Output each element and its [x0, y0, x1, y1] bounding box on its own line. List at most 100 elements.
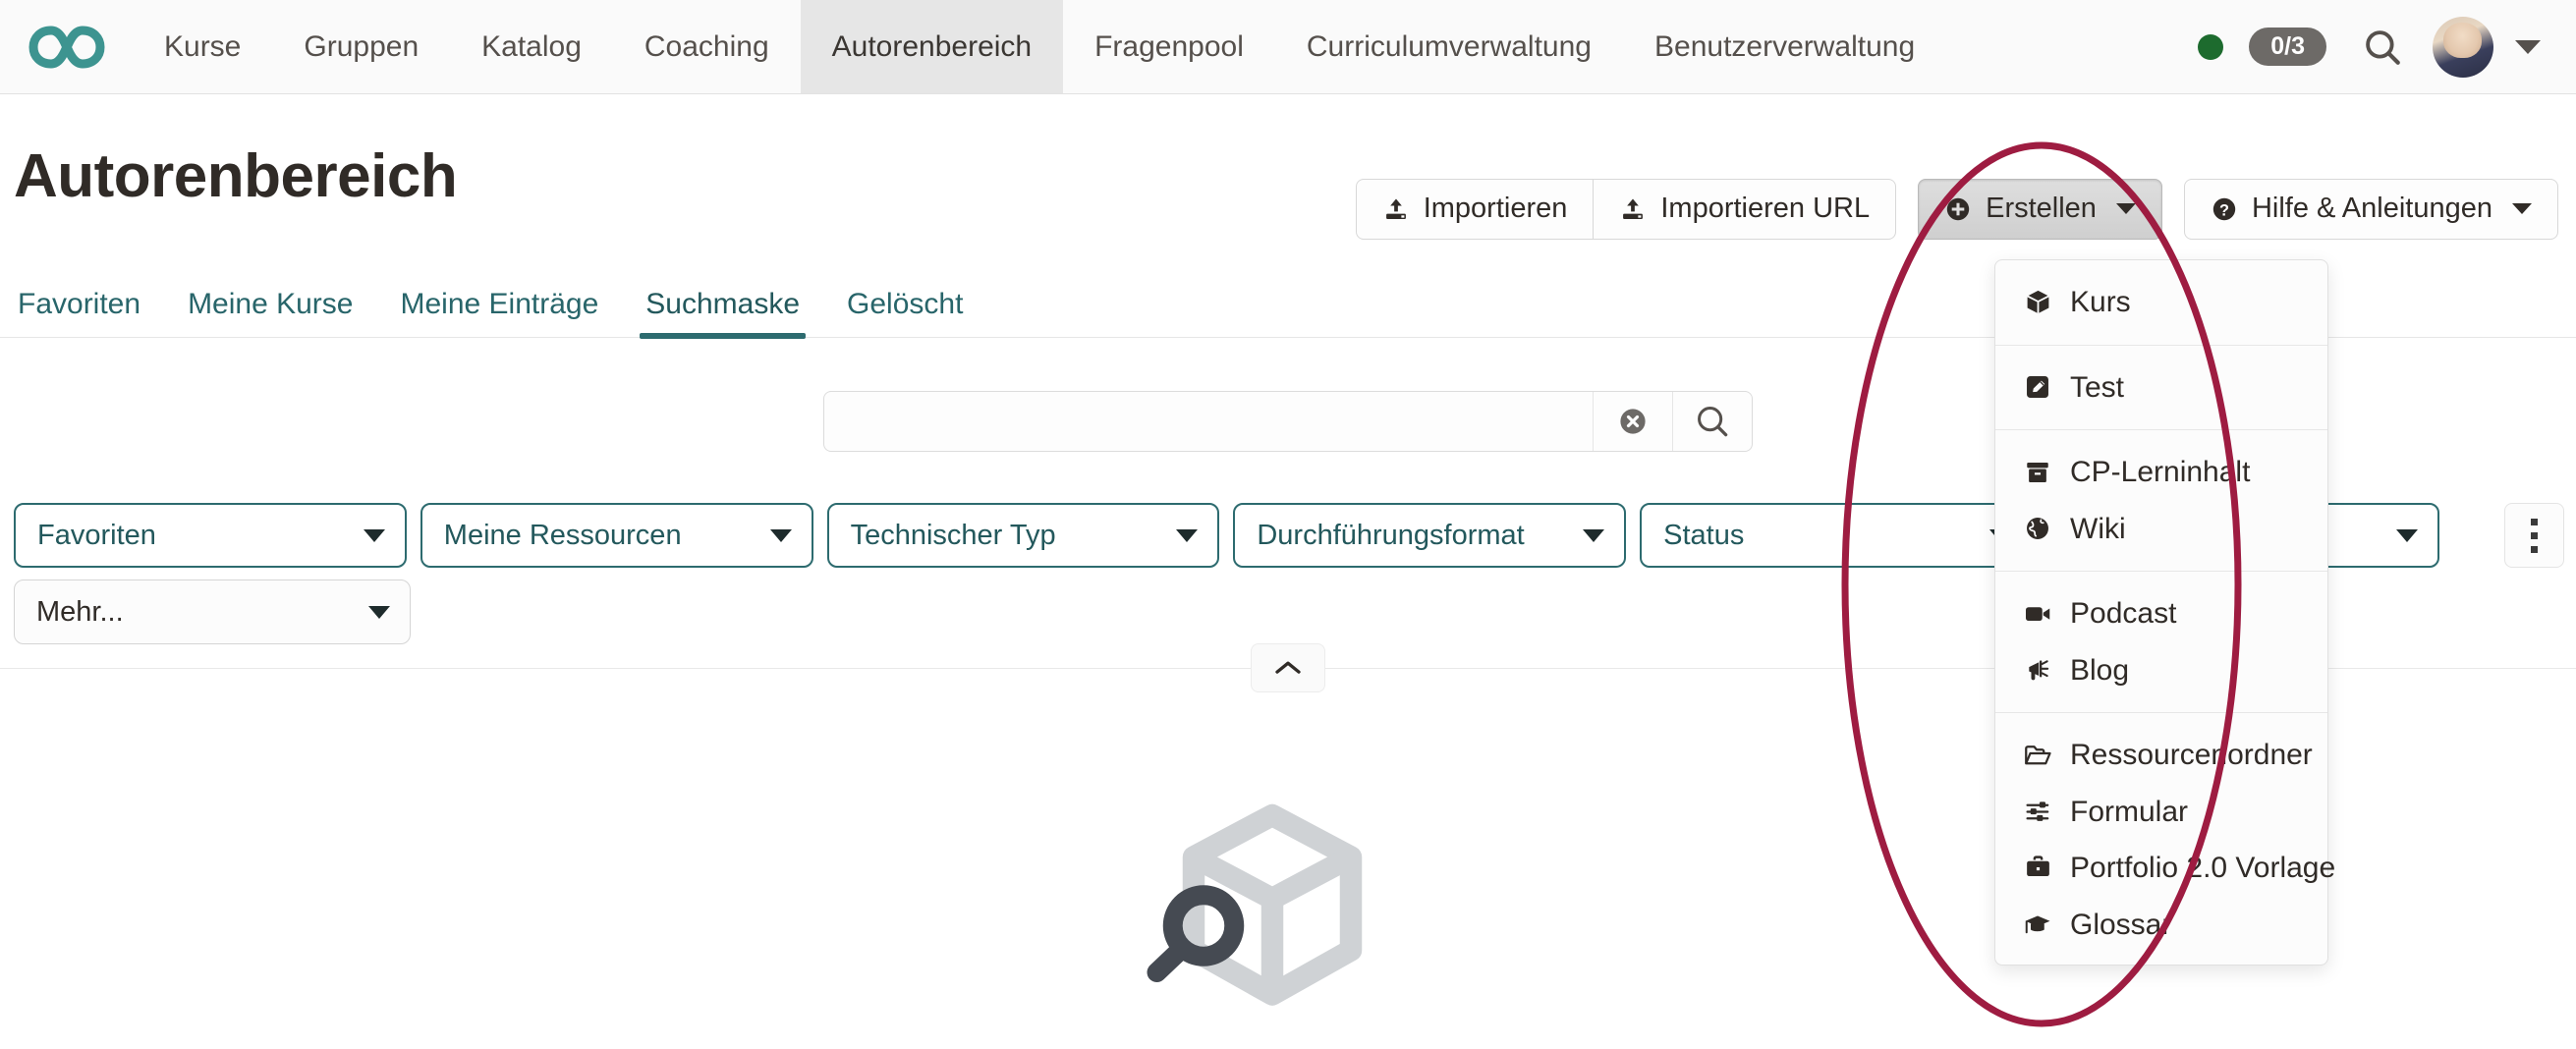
nav-item-katalog[interactable]: Katalog	[450, 0, 613, 93]
search-icon	[1698, 407, 1728, 437]
menu-item-label: Kurs	[2070, 286, 2131, 318]
menu-item-kurs[interactable]: Kurs	[1995, 274, 2327, 331]
menu-item-portfolio-vorlage[interactable]: Portfolio 2.0 Vorlage	[1995, 840, 2335, 897]
infinity-logo-icon	[28, 26, 104, 68]
sliders-icon	[2023, 798, 2052, 826]
tab-label: Gelöscht	[847, 288, 964, 320]
nav-label: Coaching	[644, 29, 769, 63]
import-button-label: Importieren	[1423, 193, 1568, 224]
chevron-down-icon	[769, 528, 792, 542]
menu-item-ressourcenordner[interactable]: Ressourcenordner	[1995, 727, 2327, 784]
tab-suchmaske[interactable]: Suchmaske	[622, 288, 823, 339]
menu-item-label: Wiki	[2070, 512, 2126, 545]
menu-item-label: Formular	[2070, 795, 2189, 828]
brand-logo[interactable]	[0, 0, 133, 93]
bullhorn-icon	[2023, 656, 2052, 685]
svg-text:?: ?	[2219, 201, 2229, 219]
user-menu-chevron-down-icon[interactable]	[2515, 39, 2541, 54]
menu-item-podcast[interactable]: Podcast	[1995, 585, 2327, 642]
pencil-square-icon	[2023, 373, 2052, 401]
filter-mehr[interactable]: Mehr...	[14, 580, 411, 644]
task-count-badge[interactable]: 0/3	[2249, 27, 2326, 67]
empty-state-illustration	[1135, 786, 1400, 1031]
tab-meine-eintraege[interactable]: Meine Einträge	[376, 288, 622, 337]
filter-label: Mehr...	[36, 595, 124, 628]
import-url-button-label: Importieren URL	[1660, 193, 1871, 224]
upload-icon	[1623, 198, 1644, 219]
more-vertical-icon	[2530, 518, 2538, 525]
create-button[interactable]: Erstellen	[1918, 179, 2162, 240]
menu-item-label: Ressourcenordner	[2070, 739, 2313, 771]
page-header: Autorenbereich Importieren Importieren U…	[0, 94, 2576, 267]
filter-status[interactable]: Status	[1640, 503, 2033, 568]
search-input[interactable]	[824, 392, 1593, 451]
plus-circle-icon	[1946, 197, 1970, 221]
filter-favoriten[interactable]: Favoriten	[14, 503, 407, 568]
menu-item-formular[interactable]: Formular	[1995, 784, 2327, 841]
question-circle-icon: ?	[2212, 197, 2236, 221]
import-button[interactable]: Importieren	[1355, 179, 1595, 240]
import-url-button[interactable]: Importieren URL	[1594, 179, 1897, 240]
filter-meine-ressourcen[interactable]: Meine Ressourcen	[420, 503, 813, 568]
menu-item-cp-lerninhalt[interactable]: CP-Lerninhalt	[1995, 444, 2327, 501]
top-navigation-bar: Kurse Gruppen Katalog Coaching Autorenbe…	[0, 0, 2576, 94]
filter-label: Favoriten	[37, 519, 156, 551]
nav-item-curriculumverwaltung[interactable]: Curriculumverwaltung	[1275, 0, 1623, 93]
nav-item-benutzerverwaltung[interactable]: Benutzerverwaltung	[1623, 0, 1946, 93]
more-vertical-icon	[2530, 531, 2538, 539]
search-icon	[2366, 29, 2400, 65]
menu-item-glossar[interactable]: Glossar	[1995, 897, 2327, 954]
menu-item-test[interactable]: Test	[1995, 359, 2327, 416]
help-button[interactable]: ? Hilfe & Anleitungen	[2183, 179, 2558, 240]
online-status-dot	[2198, 33, 2224, 60]
primary-nav: Kurse Gruppen Katalog Coaching Autorenbe…	[133, 0, 2198, 93]
collapse-filters-button[interactable]	[1251, 643, 1325, 692]
cube-icon	[2023, 288, 2052, 316]
cube-search-icon	[1147, 803, 1363, 1006]
menu-item-label: Portfolio 2.0 Vorlage	[2070, 852, 2336, 884]
briefcase-icon	[2023, 854, 2052, 882]
menu-item-label: Podcast	[2070, 597, 2177, 630]
nav-item-gruppen[interactable]: Gruppen	[272, 0, 450, 93]
tab-favoriten[interactable]: Favoriten	[12, 288, 164, 337]
tab-geloescht[interactable]: Gelöscht	[823, 288, 986, 337]
filter-label: Technischer Typ	[850, 519, 1056, 551]
global-search-button[interactable]	[2362, 27, 2403, 68]
archive-box-icon	[2023, 459, 2052, 486]
graduation-cap-icon	[2023, 910, 2052, 939]
chevron-down-icon	[2512, 203, 2532, 215]
menu-item-wiki[interactable]: Wiki	[1995, 501, 2327, 558]
nav-label: Kurse	[164, 29, 242, 63]
chevron-down-icon	[2115, 203, 2136, 215]
menu-divider	[1995, 571, 2327, 572]
search-box	[823, 391, 1753, 452]
filter-options-button[interactable]	[2503, 503, 2564, 568]
nav-item-fragenpool[interactable]: Fragenpool	[1063, 0, 1275, 93]
nav-label: Gruppen	[304, 29, 420, 63]
menu-divider	[1995, 429, 2327, 430]
chevron-down-icon	[368, 605, 390, 619]
avatar[interactable]	[2433, 16, 2493, 78]
help-button-label: Hilfe & Anleitungen	[2251, 193, 2492, 224]
menu-divider	[1995, 344, 2327, 346]
nav-label: Fragenpool	[1094, 29, 1244, 63]
search-clear-button[interactable]	[1594, 392, 1672, 451]
chevron-down-icon	[363, 528, 385, 542]
tab-meine-kurse[interactable]: Meine Kurse	[164, 288, 376, 337]
nav-item-autorenbereich[interactable]: Autorenbereich	[800, 0, 1064, 93]
create-button-label: Erstellen	[1986, 193, 2097, 224]
search-submit-button[interactable]	[1673, 392, 1752, 451]
chevron-down-icon	[1176, 528, 1199, 542]
filter-technischer-typ[interactable]: Technischer Typ	[826, 503, 1220, 568]
globe-icon	[2023, 515, 2052, 542]
menu-item-label: CP-Lerninhalt	[2070, 456, 2251, 488]
nav-item-coaching[interactable]: Coaching	[613, 0, 801, 93]
more-vertical-icon	[2530, 545, 2538, 553]
folder-open-icon	[2023, 741, 2052, 770]
upload-icon	[1385, 198, 1406, 219]
filter-durchfuehrungsformat[interactable]: Durchführungsformat	[1233, 503, 1627, 568]
nav-item-kurse[interactable]: Kurse	[133, 0, 272, 93]
menu-item-blog[interactable]: Blog	[1995, 642, 2327, 699]
page-toolbar: Importieren Importieren URL Erstellen ? …	[1355, 179, 2558, 240]
clear-circle-icon	[1620, 409, 1646, 434]
